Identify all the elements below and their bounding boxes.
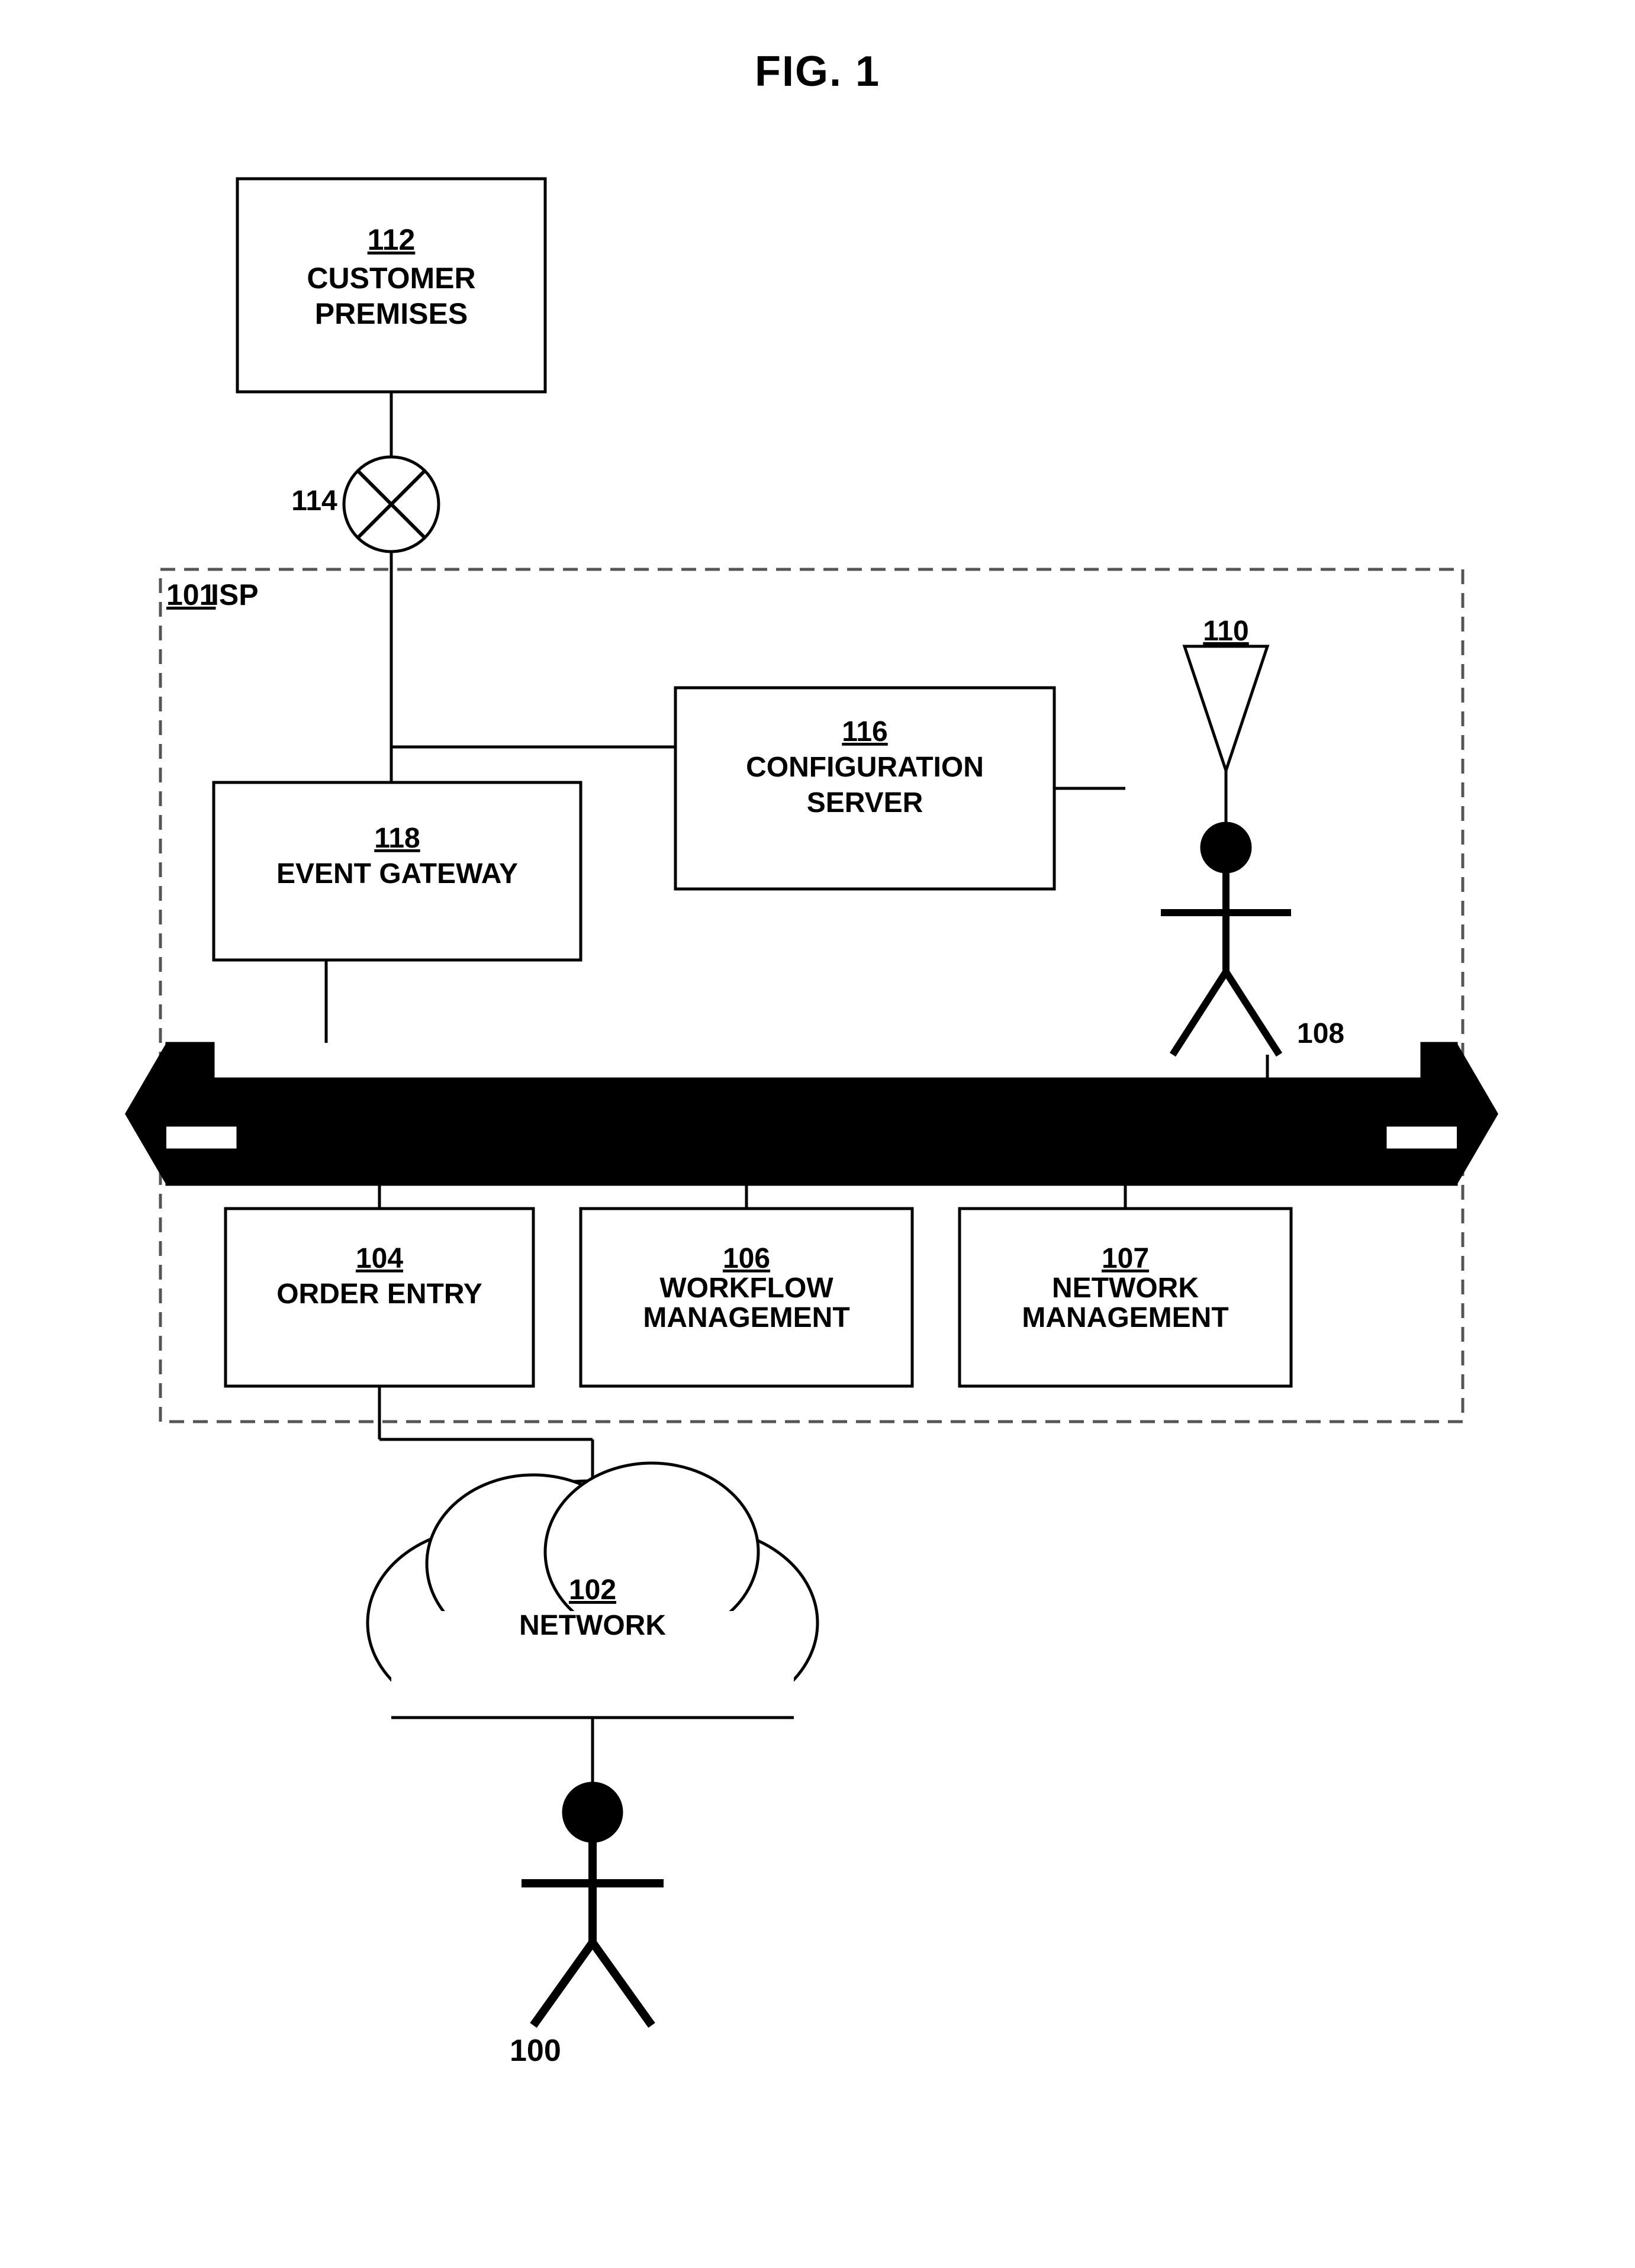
event-service-right-arrow xyxy=(1457,1043,1498,1185)
customer-premises-label-2: PREMISES xyxy=(315,297,468,330)
network-mgmt-label-1: NETWORK xyxy=(1052,1272,1199,1304)
network-mgmt-label-2: MANAGEMENT xyxy=(1022,1302,1228,1333)
end-user-right-leg xyxy=(593,1942,652,2025)
modem-x2 xyxy=(359,472,424,537)
customer-premises-box xyxy=(237,179,545,392)
event-gateway-box xyxy=(214,782,581,960)
order-entry-label-1: ORDER ENTRY xyxy=(276,1278,482,1310)
workflow-label-2: MANAGEMENT xyxy=(643,1302,849,1333)
network-cloud xyxy=(368,1463,818,1729)
isp-label-number: 101 xyxy=(166,578,215,611)
config-server-box xyxy=(675,688,1054,889)
customer-premises-label-1: CUSTOMER xyxy=(307,262,475,295)
technician-head xyxy=(1201,823,1251,872)
config-server-label-2: SERVER xyxy=(807,787,923,819)
end-user-head xyxy=(563,1783,622,1842)
network-id: 102 xyxy=(569,1574,616,1606)
workflow-box xyxy=(581,1209,912,1386)
technician-left-leg xyxy=(1173,972,1226,1055)
workflow-id: 106 xyxy=(723,1243,770,1274)
workflow-label-1: WORKFLOW xyxy=(659,1272,833,1304)
network-mgmt-box xyxy=(960,1209,1291,1386)
page-title: FIG. 1 xyxy=(0,47,1635,96)
event-service-left-arrow xyxy=(125,1043,166,1185)
event-service-arrow xyxy=(166,1043,1457,1185)
order-entry-box xyxy=(226,1209,533,1386)
modem-x1 xyxy=(359,472,424,537)
modem-label: 114 xyxy=(291,485,337,517)
customer-premises-id: 112 xyxy=(368,223,416,256)
network-mgmt-id: 107 xyxy=(1102,1243,1149,1274)
config-server-id: 116 xyxy=(842,716,887,748)
modem-circle xyxy=(344,457,439,552)
end-user-left-leg xyxy=(533,1942,593,2025)
technician-id: 108 xyxy=(1297,1018,1344,1049)
isp-region xyxy=(160,569,1463,1422)
event-gateway-label-1: EVENT GATEWAY xyxy=(276,858,518,890)
end-user-id: 100 xyxy=(510,2034,561,2068)
order-entry-id: 104 xyxy=(356,1243,403,1274)
isp-label-text: ISP xyxy=(211,578,259,611)
technician-right-leg xyxy=(1226,972,1279,1055)
antenna-triangle xyxy=(1185,646,1267,771)
antenna-id: 110 xyxy=(1203,616,1248,647)
event-service-label: EVENT SERVICE xyxy=(694,1098,940,1133)
event-gateway-id: 118 xyxy=(374,823,420,854)
event-service-id: 120 xyxy=(924,1098,976,1133)
network-label: NETWORK xyxy=(519,1610,666,1641)
config-server-label-1: CONFIGURATION xyxy=(746,752,984,783)
